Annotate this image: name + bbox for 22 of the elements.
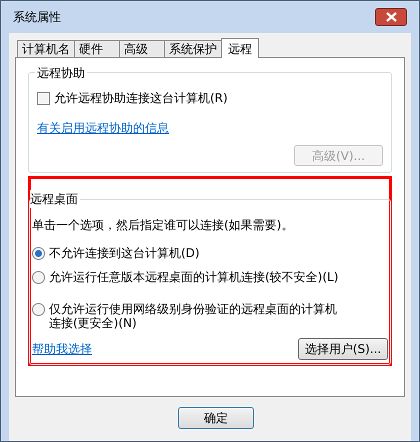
close-button[interactable] [375,8,407,26]
radio-label: 允许运行任意版本远程桌面的计算机连接(较不安全)(L) [49,270,339,284]
ok-button[interactable]: 确定 [178,407,254,429]
tab[interactable]: 系统保护 [164,40,222,57]
window-title: 系统属性 [12,9,61,26]
checkbox[interactable] [37,92,50,104]
help-link[interactable]: 帮助我选择 [32,340,92,358]
radio-label: 仅允许运行使用网络级别身份验证的远程桌面的计算机连接(更安全)(N) [49,302,338,330]
radio-button[interactable] [32,303,45,316]
tab[interactable]: 远程 [221,38,259,58]
select-users-button[interactable]: 选择用户(S)... [298,338,388,360]
close-icon [386,12,396,22]
info-link[interactable]: 有关启用远程协助的信息 [37,121,169,135]
tab[interactable]: 硬件 [74,40,120,57]
group-title: 远程桌面 [30,190,80,208]
tab[interactable]: 高级 [119,40,165,57]
instruction-text: 单击一个选项，然后指定谁可以连接(如果需要)。 [32,217,294,234]
radio-button[interactable] [32,271,45,284]
radio-button[interactable] [32,247,45,260]
checkbox-label: 允许远程协助连接这台计算机(R) [54,90,228,107]
tab[interactable]: 计算机名 [17,40,75,57]
radio-label: 不允许连接到这台计算机(D) [49,246,201,260]
